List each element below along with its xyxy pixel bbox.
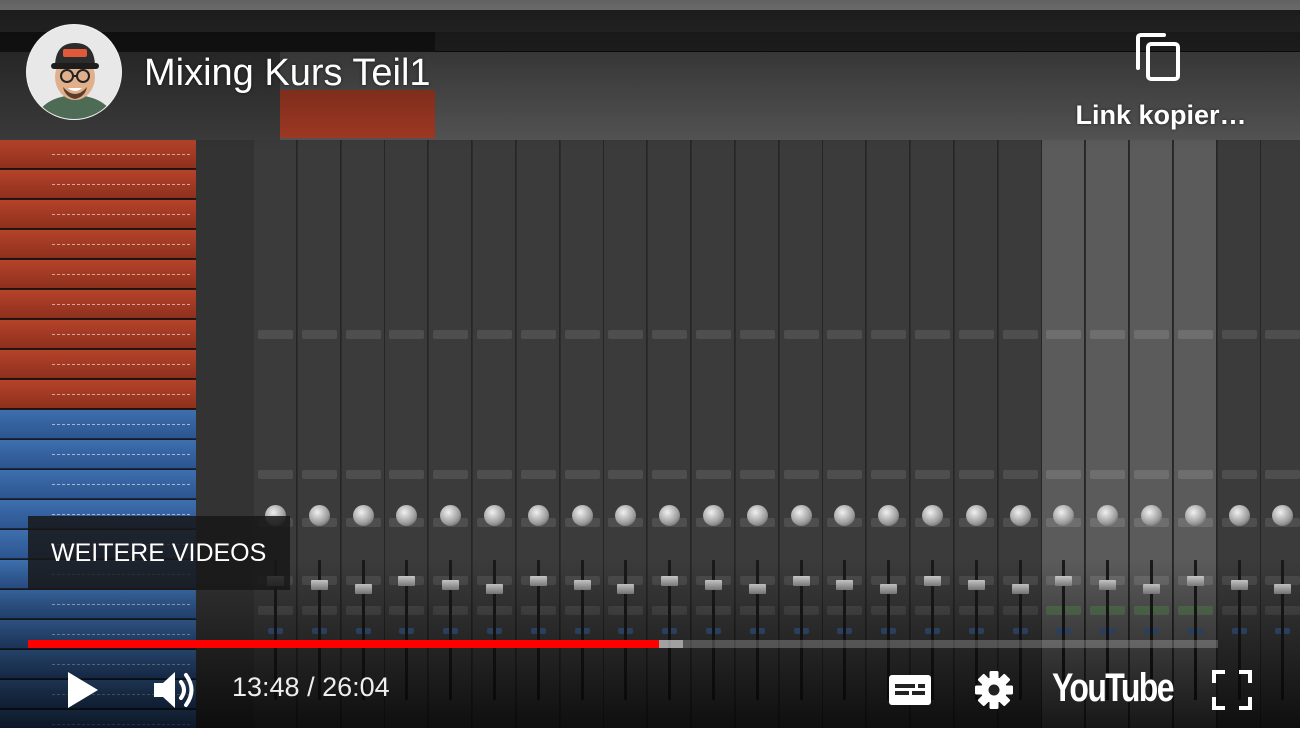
- daw-track: [0, 410, 196, 439]
- fullscreen-button[interactable]: [1210, 668, 1254, 712]
- daw-track: [0, 470, 196, 499]
- play-button[interactable]: [58, 668, 104, 712]
- video-player[interactable]: Mixing Kurs Teil1 Link kopier… WEITERE V…: [0, 0, 1300, 728]
- daw-track: [0, 380, 196, 409]
- daw-track: [0, 320, 196, 349]
- video-title[interactable]: Mixing Kurs Teil1: [144, 52, 431, 95]
- copy-link-icon: [1136, 33, 1180, 81]
- volume-button[interactable]: [148, 666, 200, 714]
- daw-track: [0, 260, 196, 289]
- more-videos-label: WEITERE VIDEOS: [51, 539, 267, 567]
- subtitles-icon: [889, 675, 931, 705]
- subtitles-button[interactable]: [886, 670, 934, 710]
- more-videos-button[interactable]: WEITERE VIDEOS: [28, 516, 290, 590]
- copy-link-label: Link kopier…: [1075, 100, 1247, 130]
- settings-button[interactable]: [972, 668, 1016, 712]
- avatar-image: [27, 25, 121, 119]
- daw-track: [0, 440, 196, 469]
- copy-link-button[interactable]: Link kopier…: [1062, 26, 1260, 144]
- daw-track: [0, 290, 196, 319]
- gear-icon: [975, 671, 1013, 709]
- daw-track: [0, 230, 196, 259]
- youtube-logo[interactable]: YouTube: [1052, 666, 1176, 714]
- progress-bar[interactable]: [28, 640, 1218, 648]
- channel-avatar[interactable]: [26, 24, 122, 120]
- daw-track: [0, 350, 196, 379]
- daw-track: [0, 200, 196, 229]
- progress-played: [28, 640, 659, 648]
- fullscreen-icon: [1212, 670, 1252, 710]
- volume-icon: [154, 672, 194, 708]
- play-icon: [68, 672, 98, 708]
- youtube-logo-text: YouTube: [1052, 666, 1175, 710]
- daw-track: [0, 170, 196, 199]
- time-display: 13:48 / 26:04: [232, 672, 390, 702]
